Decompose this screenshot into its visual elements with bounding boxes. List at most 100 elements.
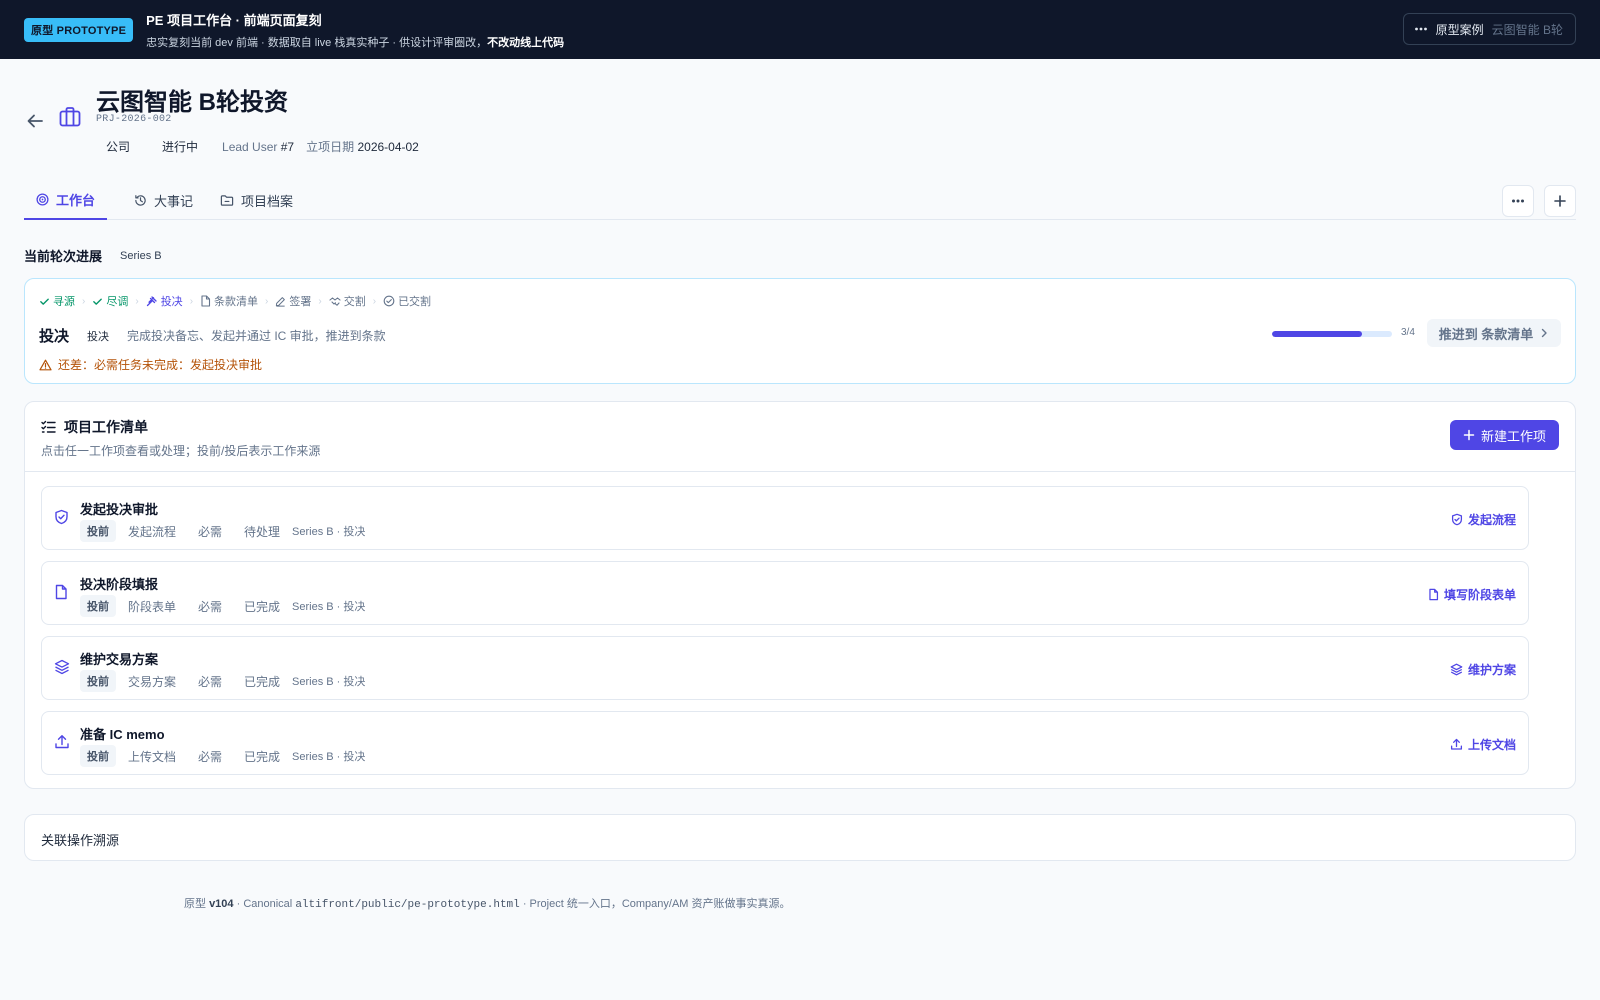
stage-closing[interactable]: 交割 xyxy=(329,293,366,309)
stage-progress-label: 3/4 xyxy=(1401,327,1415,338)
work-item[interactable]: 维护交易方案 投前 交易方案 必需 已完成 Series B · 投决 维护方案 xyxy=(41,636,1529,700)
more-dots-icon xyxy=(1511,194,1525,208)
round-name: Series B xyxy=(120,249,162,262)
advance-stage-button[interactable]: 推进到 条款清单 xyxy=(1427,319,1561,347)
target-icon xyxy=(36,192,49,206)
tab-project-archive[interactable]: 项目档案 xyxy=(208,180,305,220)
work-list-subtitle: 点击任一工作项查看或处理；投前/投后表示工作来源 xyxy=(41,444,321,458)
work-item-name: 投决阶段填报 xyxy=(80,577,159,592)
gavel-icon xyxy=(146,295,158,307)
current-stage-row: 投决 投决 完成投决备忘、发起并通过 IC 审批，推进到条款 xyxy=(39,325,386,346)
work-item-name: 准备 IC memo xyxy=(80,727,165,742)
more-actions-button[interactable] xyxy=(1502,185,1534,217)
plus-icon xyxy=(1463,429,1475,441)
work-item-round: Series B · 投决 xyxy=(292,526,366,538)
stage-closed[interactable]: 已交割 xyxy=(383,293,431,309)
layers-icon xyxy=(1450,663,1463,676)
work-list-title: 项目工作清单 xyxy=(41,417,148,437)
work-item[interactable]: 投决阶段填报 投前 阶段表单 必需 已完成 Series B · 投决 填写阶段… xyxy=(41,561,1529,625)
check-icon xyxy=(92,296,103,307)
stage-warning: 还差：必需任务未完成：发起投决审批 xyxy=(39,356,262,373)
current-stage-description: 完成投决备忘、发起并通过 IC 审批，推进到条款 xyxy=(127,329,386,343)
project-status-badge: 进行中 xyxy=(162,140,199,154)
chevron-right-icon: › xyxy=(372,295,377,307)
project-type-badge: 公司 xyxy=(106,140,131,154)
work-item-meta: 投前 交易方案 必需 已完成 Series B · 投决 xyxy=(80,670,365,692)
work-item-required: 必需 xyxy=(198,749,223,764)
work-item-status: 已完成 xyxy=(244,599,281,614)
folder-icon xyxy=(220,194,234,207)
project-code: PRJ-2026-002 xyxy=(96,114,172,125)
footer-note: 原型 v104 · Canonical altifront/public/pe-… xyxy=(184,898,791,911)
tab-workbench[interactable]: 工作台 xyxy=(24,180,108,220)
chevron-right-icon: › xyxy=(265,295,269,307)
work-item-round: Series B · 投决 xyxy=(292,601,366,613)
handshake-icon xyxy=(329,296,341,307)
work-item-required: 必需 xyxy=(198,524,223,539)
new-work-item-button[interactable]: 新建工作项 xyxy=(1449,420,1559,450)
stage-term-sheet[interactable]: 条款清单 xyxy=(200,293,258,309)
work-list-header: 项目工作清单 点击任一工作项查看或处理；投前/投后表示工作来源 新建工作项 xyxy=(25,402,1575,472)
lead-user: Lead User #7 xyxy=(222,139,295,154)
work-item[interactable]: 准备 IC memo 投前 上传文档 必需 已完成 Series B · 投决 … xyxy=(41,711,1529,775)
work-item-meta: 投前 发起流程 必需 待处理 Series B · 投决 xyxy=(80,520,365,542)
project-meta: 公司 进行中 Lead User #7 立项日期 2026-04-02 xyxy=(96,138,419,155)
work-item-round: Series B · 投决 xyxy=(292,751,366,763)
check-icon xyxy=(39,296,50,307)
circle-check-icon xyxy=(383,295,395,307)
upload-icon xyxy=(1450,738,1463,751)
work-item-required: 必需 xyxy=(198,674,223,689)
current-stage-name: 投决 xyxy=(39,328,70,345)
round-progress-header: 当前轮次进展 Series B xyxy=(24,246,162,265)
maintain-plan-button[interactable]: 维护方案 xyxy=(1450,661,1516,678)
work-item[interactable]: 发起投决审批 投前 发起流程 必需 待处理 Series B · 投决 发起流程 xyxy=(41,486,1529,550)
work-item-required: 必需 xyxy=(198,599,223,614)
start-workflow-button[interactable]: 发起流程 xyxy=(1451,511,1516,528)
current-stage-tag: 投决 xyxy=(87,330,110,343)
banner-subtitle: 忠实复刻当前 dev 前端 · 数据取自 live 栈真实种子 · 供设计评审圈… xyxy=(146,36,565,49)
shield-check-icon xyxy=(1451,513,1463,526)
prototype-badge: 原型 PROTOTYPE xyxy=(24,17,134,42)
upload-document-button[interactable]: 上传文档 xyxy=(1450,736,1516,753)
stage-signing[interactable]: 签署 xyxy=(275,293,311,309)
arrow-left-icon xyxy=(24,110,46,132)
project-tabs: 工作台 大事记 项目档案 xyxy=(24,180,1576,220)
source-badge: 投前 xyxy=(80,520,116,542)
shield-check-icon xyxy=(54,509,69,525)
stage-sourcing[interactable]: 寻源 xyxy=(39,293,75,309)
briefcase-icon xyxy=(58,105,82,129)
stage-due-diligence[interactable]: 尽调 xyxy=(92,293,128,309)
source-badge: 投前 xyxy=(80,745,116,767)
work-item-name: 发起投决审批 xyxy=(80,502,159,517)
file-icon xyxy=(200,295,211,307)
stage-investment-decision[interactable]: 投决 xyxy=(146,293,183,309)
work-item-status: 已完成 xyxy=(244,674,281,689)
file-icon xyxy=(54,584,68,600)
back-button[interactable] xyxy=(24,110,46,132)
upload-icon xyxy=(54,734,70,750)
stage-progress-fill xyxy=(1272,331,1362,337)
add-button[interactable] xyxy=(1544,185,1576,217)
tab-milestones[interactable]: 大事记 xyxy=(122,180,205,220)
work-item-status: 待处理 xyxy=(244,524,281,539)
list-checks-icon xyxy=(41,420,56,434)
history-icon xyxy=(134,194,147,207)
chevron-right-icon: › xyxy=(82,295,86,307)
operation-trace-title: 关联操作溯源 xyxy=(41,833,120,848)
warning-triangle-icon xyxy=(39,359,52,371)
fill-stage-form-button[interactable]: 填写阶段表单 xyxy=(1428,586,1516,603)
operation-trace-panel[interactable]: 关联操作溯源 xyxy=(24,814,1576,861)
case-value: 云图智能 B轮 xyxy=(1491,22,1563,37)
stage-progress-bar xyxy=(1272,331,1392,337)
case-switcher-button[interactable]: 原型案例 云图智能 B轮 xyxy=(1402,13,1576,45)
chevron-right-icon: › xyxy=(135,295,139,307)
layers-icon xyxy=(54,659,70,675)
project-title: 云图智能 B轮投资 xyxy=(96,89,288,116)
work-item-kind: 上传文档 xyxy=(128,749,177,764)
chevron-right-icon: › xyxy=(189,295,194,307)
round-progress-title: 当前轮次进展 xyxy=(24,249,103,264)
chevron-right-icon: › xyxy=(318,295,322,307)
work-item-kind: 发起流程 xyxy=(128,524,177,539)
plus-icon xyxy=(1553,194,1567,208)
stage-stepper: 寻源 › 尽调 › 投决 › 条款清单 › 签署 › 交割 › 已交割 xyxy=(39,293,431,309)
